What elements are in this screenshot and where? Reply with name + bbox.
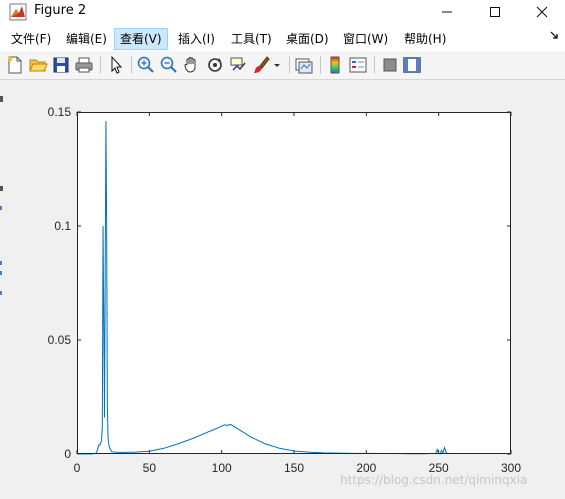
axes-background (77, 112, 511, 454)
y-tick-label: 0.1 (54, 219, 71, 233)
x-tick-label: 50 (143, 461, 157, 475)
y-tick-label: 0.05 (48, 333, 72, 347)
y-tick-label: 0.15 (48, 105, 72, 119)
x-tick-label: 150 (284, 461, 304, 475)
watermark-text: https://blog.csdn.net/qiminqxia (340, 473, 528, 487)
histogram-chart: 0 50 100 150 200 250 30000.050.10.15 (48, 105, 522, 475)
y-tick-label: 0 (64, 447, 71, 461)
x-tick-label: 100 (212, 461, 232, 475)
x-tick-label: 0 (74, 461, 81, 475)
